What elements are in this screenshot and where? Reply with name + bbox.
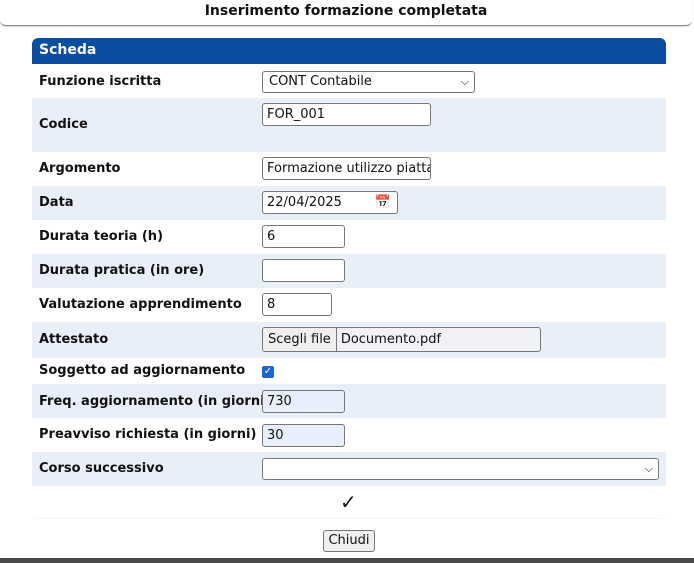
close-button[interactable]: Chiudi [323, 530, 375, 552]
soggetto-label: Soggetto ad aggiornamento [39, 363, 246, 378]
row-attestato: Attestato Scegli file Documento.pdf [32, 322, 666, 358]
durata-teoria-label: Durata teoria (h) [39, 229, 164, 244]
file-name: Documento.pdf [340, 332, 442, 347]
corso-label: Corso successivo [39, 461, 164, 476]
durata-pratica-input[interactable] [262, 259, 345, 282]
row-codice: Codice FOR_001 [32, 98, 666, 152]
row-argomento: Argomento Formazione utilizzo piattaform… [32, 152, 666, 186]
soggetto-checkbox[interactable]: ✓ [262, 366, 274, 378]
dialog-title: Inserimento formazione completata [0, 0, 692, 26]
row-corso: Corso successivo ⌵ [32, 452, 666, 486]
bottom-border [0, 558, 694, 563]
row-preavviso: Preavviso richiesta (in giorni) 30 [32, 418, 666, 452]
corso-select[interactable]: ⌵ [262, 458, 659, 480]
row-valutazione: Valutazione apprendimento 8 [32, 288, 666, 322]
freq-input[interactable]: 730 [262, 390, 345, 413]
argomento-label: Argomento [39, 161, 121, 176]
codice-input[interactable]: FOR_001 [262, 103, 431, 126]
row-soggetto: Soggetto ad aggiornamento ✓ [32, 358, 666, 384]
valutazione-input[interactable]: 8 [262, 293, 332, 316]
form-panel: Scheda Funzione iscritta CONT Contabile … [32, 38, 666, 519]
confirm-row: ✓ [32, 486, 666, 518]
chevron-down-icon: ⌵ [644, 462, 653, 475]
row-freq: Freq. aggiornamento (in giorni) 730 [32, 384, 666, 418]
chevron-down-icon: ⌵ [460, 75, 469, 88]
panel-header: Scheda [32, 38, 666, 64]
durata-pratica-label: Durata pratica (in ore) [39, 263, 205, 278]
row-durata-teoria: Durata teoria (h) 6 [32, 220, 666, 254]
date-value: 22/04/2025 [267, 195, 342, 210]
row-funzione: Funzione iscritta CONT Contabile ⌵ [32, 64, 666, 98]
valutazione-label: Valutazione apprendimento [39, 297, 242, 312]
funzione-select[interactable]: CONT Contabile ⌵ [262, 71, 475, 93]
attestato-label: Attestato [39, 332, 109, 347]
funzione-label: Funzione iscritta [39, 74, 162, 89]
checkmark-icon[interactable]: ✓ [340, 490, 357, 514]
calendar-icon[interactable]: 📅 [375, 192, 391, 213]
argomento-input[interactable]: Formazione utilizzo piattaforma [262, 157, 431, 180]
choose-file-button[interactable]: Scegli file [263, 328, 337, 351]
data-label: Data [39, 195, 74, 210]
date-input[interactable]: 22/04/2025 📅 [262, 191, 398, 214]
funzione-value: CONT Contabile [269, 74, 372, 89]
freq-label: Freq. aggiornamento (in giorni) [39, 394, 271, 409]
attestato-file-input[interactable]: Scegli file Documento.pdf [262, 327, 541, 352]
codice-label: Codice [39, 117, 88, 132]
preavviso-input[interactable]: 30 [262, 424, 345, 447]
durata-teoria-input[interactable]: 6 [262, 225, 345, 248]
row-durata-pratica: Durata pratica (in ore) [32, 254, 666, 288]
preavviso-label: Preavviso richiesta (in giorni) [39, 427, 257, 442]
row-data: Data 22/04/2025 📅 [32, 186, 666, 220]
